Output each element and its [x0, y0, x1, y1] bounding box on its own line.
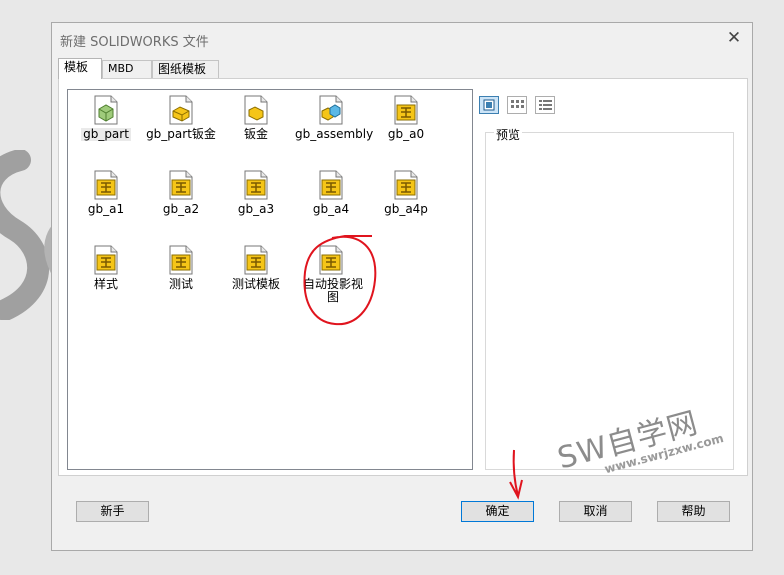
template-item[interactable]: gb_a1: [68, 170, 144, 216]
drawing-icon: [319, 245, 343, 275]
ok-button[interactable]: 确定: [461, 501, 534, 522]
template-label: gb_a4p: [384, 202, 428, 216]
template-label: gb_part钣金: [146, 127, 216, 141]
template-item[interactable]: 测试: [143, 245, 219, 291]
drawing-icon: [94, 245, 118, 275]
help-button[interactable]: 帮助: [657, 501, 730, 522]
novice-button[interactable]: 新手: [76, 501, 149, 522]
template-item[interactable]: 自动投影视图: [293, 245, 369, 304]
drawing-icon: [394, 95, 418, 125]
template-label: 测试: [168, 277, 193, 291]
template-label: 样式: [93, 277, 118, 291]
template-item[interactable]: gb_a3: [218, 170, 294, 216]
assembly-icon: [319, 95, 343, 125]
template-item[interactable]: gb_a4p: [368, 170, 444, 216]
preview-label: 预览: [494, 126, 523, 143]
large-icons-view-icon[interactable]: [479, 96, 499, 114]
tab-templates[interactable]: 模板: [58, 58, 102, 79]
drawing-icon: [169, 245, 193, 275]
tab-drawing-templates[interactable]: 图纸模板: [152, 60, 219, 78]
details-view-icon[interactable]: [535, 96, 555, 114]
template-item[interactable]: 样式: [68, 245, 144, 291]
template-label: 自动投影视图: [303, 277, 364, 304]
template-label: gb_assembly: [295, 127, 374, 141]
sheetmetal-icon: [244, 95, 268, 125]
template-item[interactable]: gb_part钣金: [143, 95, 219, 141]
template-label: 钣金: [243, 127, 268, 141]
template-label: gb_a3: [237, 202, 275, 216]
template-label: gb_a1: [87, 202, 125, 216]
sheetmetal-part-icon: [169, 95, 193, 125]
part-icon: [94, 95, 118, 125]
template-label: gb_a2: [162, 202, 200, 216]
template-list[interactable]: gb_part gb_part钣金 钣金 gb_assembly gb_a0 g…: [67, 89, 473, 470]
template-item[interactable]: gb_part: [68, 95, 144, 141]
drawing-icon: [244, 245, 268, 275]
list-view-icon[interactable]: [507, 96, 527, 114]
drawing-icon: [394, 170, 418, 200]
template-label: 测试模板: [231, 277, 280, 291]
drawing-icon: [94, 170, 118, 200]
template-item[interactable]: 钣金: [218, 95, 294, 141]
dialog-title: 新建 SOLIDWORKS 文件: [60, 35, 209, 50]
template-label: gb_part: [81, 127, 131, 141]
tab-mbd[interactable]: MBD: [102, 60, 152, 78]
drawing-icon: [169, 170, 193, 200]
drawing-icon: [319, 170, 343, 200]
template-label: gb_a0: [387, 127, 425, 141]
drawing-icon: [244, 170, 268, 200]
template-item[interactable]: gb_a0: [368, 95, 444, 141]
template-label: gb_a4: [312, 202, 350, 216]
close-icon[interactable]: ✕: [724, 27, 744, 49]
cancel-button[interactable]: 取消: [559, 501, 632, 522]
template-item[interactable]: 测试模板: [218, 245, 294, 291]
template-item[interactable]: gb_a2: [143, 170, 219, 216]
template-item[interactable]: gb_a4: [293, 170, 369, 216]
template-item[interactable]: gb_assembly: [293, 95, 374, 141]
